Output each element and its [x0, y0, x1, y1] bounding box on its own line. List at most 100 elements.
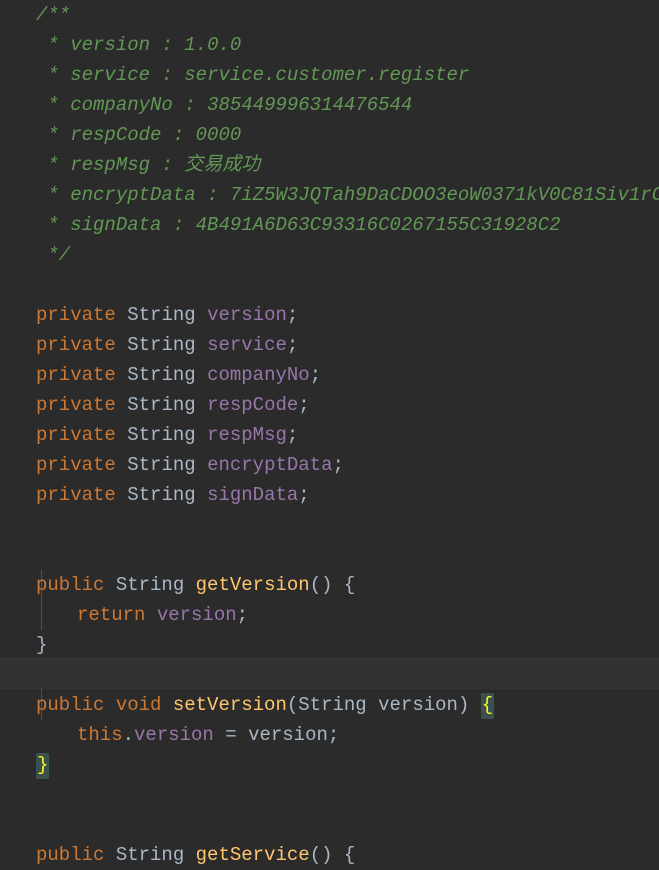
- parameter-list-empty: (): [309, 844, 333, 866]
- keyword-public: public: [36, 574, 105, 596]
- return-type-string: String: [115, 844, 185, 866]
- code-line-getversion-return: return version;: [0, 600, 659, 630]
- code-line-field-encryptdata: private String encryptData;: [0, 450, 659, 480]
- keyword-private: private: [36, 304, 116, 326]
- keyword-public: public: [36, 844, 105, 866]
- code-line-javadoc-signdata: * signData : 4B491A6D63C93316C0267155C31…: [0, 210, 659, 240]
- javadoc-value-respmsg: 交易成功: [184, 154, 261, 176]
- type-string: String: [127, 394, 196, 416]
- method-name-setversion: setVersion: [172, 694, 287, 716]
- code-line-field-companyno: private String companyNo;: [0, 360, 659, 390]
- semicolon: ;: [286, 334, 299, 356]
- code-line-getversion-close: }: [0, 630, 659, 660]
- code-line-javadoc-open: /**: [0, 0, 659, 30]
- semicolon: ;: [298, 484, 310, 506]
- javadoc-key-companyno: companyNo: [70, 94, 173, 116]
- semicolon: ;: [298, 394, 310, 416]
- field-name-service: service: [207, 334, 287, 356]
- semicolon: ;: [309, 364, 322, 386]
- semicolon: ;: [332, 454, 344, 476]
- javadoc-key-respmsg: respMsg: [70, 154, 151, 176]
- return-type-string: String: [115, 574, 185, 596]
- code-line-javadoc-service: * service : service.customer.register: [0, 60, 659, 90]
- field-name-signdata: signData: [207, 484, 299, 506]
- semicolon: ;: [286, 304, 299, 326]
- javadoc-close-token: */: [36, 244, 71, 266]
- code-line-javadoc-close: */: [0, 240, 659, 270]
- keyword-private: private: [36, 364, 116, 386]
- javadoc-key-signdata: signData: [70, 214, 162, 236]
- field-name-encryptdata: encryptData: [207, 454, 333, 476]
- keyword-private: private: [36, 394, 116, 416]
- param-name-version: version: [378, 694, 458, 716]
- javadoc-value-encryptdata: 7iZ5W3JQTah9DaCDOO3eoW0371kV0C81Siv1rC59…: [229, 184, 659, 206]
- javadoc-value-version: 1.0.0: [184, 34, 242, 56]
- code-line-field-version: private String version;: [0, 300, 659, 330]
- code-line-javadoc-respmsg: * respMsg : 交易成功: [0, 150, 659, 180]
- code-editor[interactable]: /** * version : 1.0.0 * service : servic…: [0, 0, 659, 866]
- type-string: String: [127, 454, 196, 476]
- code-line-field-respcode: private String respCode;: [0, 390, 659, 420]
- paren-open: (: [286, 694, 299, 716]
- javadoc-key-encryptdata: encryptData: [70, 184, 196, 206]
- javadoc-separator: :: [172, 94, 208, 116]
- javadoc-value-companyno: 385449996314476544: [207, 94, 413, 116]
- javadoc-bullet: *: [36, 184, 71, 206]
- javadoc-bullet: *: [36, 214, 71, 236]
- javadoc-bullet: *: [36, 34, 71, 56]
- semicolon: ;: [236, 604, 249, 626]
- javadoc-value-respcode: 0000: [195, 124, 242, 146]
- method-name-getservice: getService: [195, 844, 310, 866]
- parameter-list-empty: (): [309, 574, 333, 596]
- code-line-field-service: private String service;: [0, 330, 659, 360]
- semicolon: ;: [286, 424, 299, 446]
- assign-operator: =: [213, 724, 249, 746]
- code-content[interactable]: /** * version : 1.0.0 * service : servic…: [0, 0, 659, 870]
- param-ref-version: version: [248, 724, 328, 746]
- keyword-void: void: [115, 694, 162, 716]
- keyword-private: private: [36, 454, 116, 476]
- keyword-private: private: [36, 334, 116, 356]
- field-ref-version: version: [156, 604, 237, 626]
- code-line-getservice-signature: public String getService() {: [0, 840, 659, 870]
- code-line-javadoc-version: * version : 1.0.0: [0, 30, 659, 60]
- javadoc-key-version: version: [70, 34, 151, 56]
- open-brace-matched: {: [480, 693, 495, 719]
- code-line-setversion-close: }: [0, 750, 659, 780]
- field-name-version: version: [207, 304, 287, 326]
- code-line-javadoc-respcode: * respCode : 0000: [0, 120, 659, 150]
- close-brace-matched: }: [36, 753, 50, 779]
- javadoc-bullet: *: [36, 94, 71, 116]
- code-line-setversion-assign: this.version = version;: [0, 720, 659, 750]
- javadoc-separator: :: [150, 34, 185, 56]
- javadoc-bullet: *: [36, 64, 71, 86]
- javadoc-open-token: /**: [36, 4, 71, 26]
- keyword-return: return: [77, 604, 146, 626]
- close-brace: }: [36, 634, 48, 656]
- javadoc-bullet: *: [36, 154, 71, 176]
- code-line-getversion-signature: public String getVersion() {: [0, 570, 659, 600]
- javadoc-separator: :: [161, 214, 196, 236]
- keyword-private: private: [36, 484, 116, 506]
- field-name-respcode: respCode: [207, 394, 299, 416]
- type-string: String: [127, 424, 196, 446]
- javadoc-separator: :: [150, 64, 185, 86]
- javadoc-separator: :: [195, 184, 230, 206]
- open-brace: {: [343, 844, 356, 866]
- javadoc-value-service: service.customer.register: [184, 64, 470, 86]
- javadoc-separator: :: [150, 154, 185, 176]
- type-string: String: [127, 484, 196, 506]
- javadoc-bullet: *: [36, 124, 71, 146]
- code-line-javadoc-encryptdata: * encryptData : 7iZ5W3JQTah9DaCDOO3eoW03…: [0, 180, 659, 210]
- semicolon: ;: [327, 724, 340, 746]
- field-name-respmsg: respMsg: [207, 424, 287, 446]
- field-name-companyno: companyNo: [207, 364, 310, 386]
- type-string: String: [127, 334, 196, 356]
- paren-close: ): [457, 694, 470, 716]
- javadoc-value-signdata: 4B491A6D63C93316C0267155C31928C2: [195, 214, 561, 236]
